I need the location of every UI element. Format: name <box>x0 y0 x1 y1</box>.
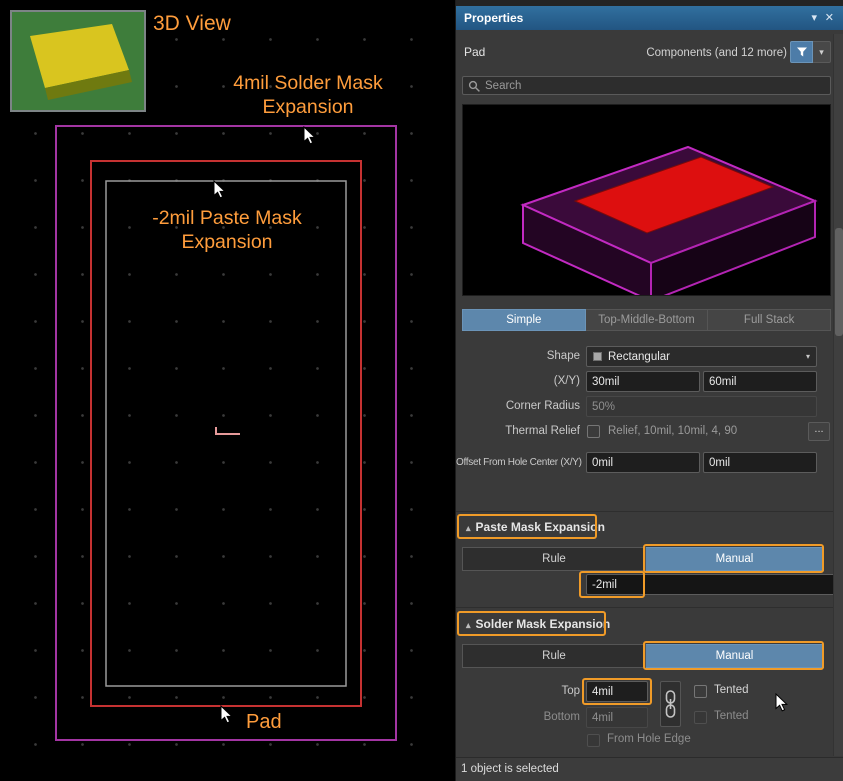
thermal-relief-label: Thermal Relief <box>456 421 580 442</box>
thermal-relief-checkbox[interactable] <box>587 425 600 438</box>
solder-mask-rule-button[interactable]: Rule <box>462 644 646 668</box>
chevron-down-icon: ▾ <box>806 352 810 361</box>
scrollbar-thumb[interactable] <box>835 228 843 336</box>
solder-mask-top-field[interactable] <box>586 681 648 702</box>
label-pad: Pad <box>246 710 282 734</box>
pad-origin-marker <box>216 427 240 434</box>
thermal-relief-value: Relief, 10mil, 10mil, 4, 90 <box>608 425 737 437</box>
pad-3d-preview-image <box>463 105 830 295</box>
object-type-label: Pad <box>464 45 485 59</box>
tab-full-stack[interactable]: Full Stack <box>708 309 831 331</box>
tented-top-checkbox[interactable] <box>694 685 707 698</box>
solder-mask-manual-button[interactable]: Manual <box>646 644 824 668</box>
tented-bottom-label: Tented <box>714 710 749 722</box>
size-y-field[interactable] <box>703 371 817 392</box>
size-x-field[interactable] <box>586 371 700 392</box>
label-paste-mask-line1: -2mil Paste Mask <box>127 206 327 230</box>
from-hole-edge-checkbox <box>587 734 600 747</box>
filter-dropdown-button[interactable]: ▾ <box>813 41 831 63</box>
tented-bottom-checkbox <box>694 711 707 724</box>
panel-scrollbar[interactable] <box>833 34 843 756</box>
panel-title: Properties <box>464 11 523 25</box>
pad-3d-preview[interactable] <box>462 104 831 296</box>
tab-simple[interactable]: Simple <box>462 309 586 331</box>
link-top-bottom-button[interactable] <box>660 681 681 727</box>
paste-mask-manual-button[interactable]: Manual <box>646 547 824 571</box>
solder-mask-expansion-header[interactable]: ▴ Solder Mask Expansion <box>466 617 610 631</box>
section-separator <box>456 607 834 608</box>
collapse-icon: ▴ <box>466 620 471 630</box>
link-icon <box>661 682 680 726</box>
label-paste-mask-line2: Expansion <box>127 230 327 254</box>
tented-top-label: Tented <box>714 684 749 696</box>
pad-3d-thumbnail-image <box>12 12 144 110</box>
offset-y-field[interactable] <box>703 452 817 473</box>
paste-mask-mode-buttons: Rule Manual <box>462 547 824 571</box>
solder-mask-mode-buttons: Rule Manual <box>462 644 824 668</box>
close-icon[interactable]: ✕ <box>825 11 834 24</box>
xy-label: (X/Y) <box>456 371 580 392</box>
search-box <box>462 76 831 95</box>
properties-panel: Properties ▾ ✕ Pad Components (and 12 mo… <box>455 0 843 781</box>
label-solder-mask-line2: Expansion <box>208 95 408 119</box>
label-solder-mask-expansion: 4mil Solder Mask Expansion <box>208 71 408 119</box>
paste-mask-rule-button[interactable]: Rule <box>462 547 646 571</box>
solder-mask-expansion-title: Solder Mask Expansion <box>476 617 611 631</box>
pad-3d-thumbnail <box>10 10 146 112</box>
corner-radius-label: Corner Radius <box>456 396 580 417</box>
solder-mask-bottom-label: Bottom <box>456 707 580 728</box>
funnel-icon <box>796 46 808 58</box>
from-hole-edge-label: From Hole Edge <box>607 733 691 745</box>
search-input[interactable] <box>485 77 825 94</box>
section-separator <box>456 511 834 512</box>
panel-menu-icon[interactable]: ▾ <box>811 11 817 24</box>
shape-dropdown[interactable]: Rectangular ▾ <box>586 346 817 367</box>
altium-pad-properties-screen: 3D View 4mil Solder Mask Expansion -2mil… <box>0 0 843 781</box>
shape-value: Rectangular <box>608 351 670 363</box>
collapse-icon: ▴ <box>466 523 471 533</box>
stack-mode-tabs: Simple Top-Middle-Bottom Full Stack <box>462 309 831 331</box>
tab-top-middle-bottom[interactable]: Top-Middle-Bottom <box>586 309 709 331</box>
shape-label: Shape <box>456 346 580 367</box>
solder-mask-bottom-field <box>586 707 648 728</box>
status-text: 1 object is selected <box>461 763 559 775</box>
corner-radius-field <box>586 396 817 417</box>
scope-selector-label[interactable]: Components (and 12 more) <box>646 47 787 59</box>
status-bar: 1 object is selected <box>456 757 843 781</box>
filter-button[interactable] <box>790 41 813 63</box>
rectangular-shape-icon <box>593 352 602 361</box>
paste-mask-expansion-header[interactable]: ▴Paste Mask Expansion <box>466 520 605 534</box>
search-icon <box>468 80 481 93</box>
panel-titlebar: Properties ▾ ✕ <box>456 6 843 30</box>
label-paste-mask-expansion: -2mil Paste Mask Expansion <box>127 206 327 254</box>
solder-mask-top-label: Top <box>456 681 580 702</box>
offset-x-field[interactable] <box>586 452 700 473</box>
paste-mask-expansion-field[interactable] <box>586 574 837 595</box>
offset-label: Offset From Hole Center (X/Y) <box>456 452 580 473</box>
label-solder-mask-line1: 4mil Solder Mask <box>208 71 408 95</box>
thermal-relief-more-button[interactable]: ... <box>808 422 830 441</box>
pcb-editor-canvas[interactable]: 3D View 4mil Solder Mask Expansion -2mil… <box>0 0 455 781</box>
label-3d-view: 3D View <box>153 12 231 36</box>
